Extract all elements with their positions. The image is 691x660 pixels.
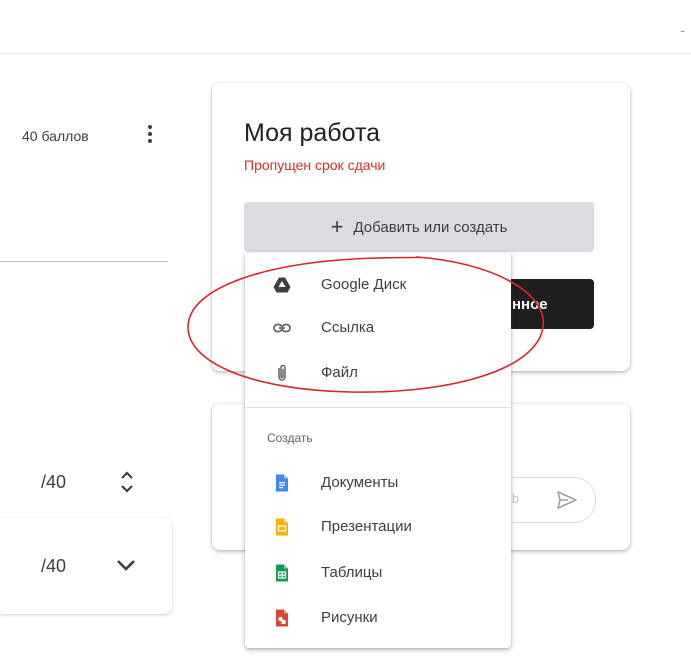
google-drive-icon bbox=[273, 277, 291, 293]
menu-item-label: Google Диск bbox=[321, 276, 407, 293]
menu-item-docs[interactable]: Документы bbox=[245, 461, 511, 505]
add-or-create-button[interactable]: + Добавить или создать bbox=[244, 202, 594, 252]
google-slides-icon bbox=[276, 518, 288, 536]
menu-item-sheets[interactable]: Таблицы bbox=[245, 551, 511, 595]
mark-done-label: нное bbox=[512, 295, 548, 313]
unfold-icon[interactable] bbox=[118, 467, 136, 497]
add-or-create-label: Добавить или создать bbox=[353, 218, 508, 236]
menu-item-slides[interactable]: Презентации bbox=[245, 505, 511, 549]
plus-icon: + bbox=[330, 214, 344, 239]
menu-item-label: Ссылка bbox=[321, 319, 375, 336]
header-divider bbox=[0, 53, 691, 54]
create-section-title: Создать bbox=[267, 431, 313, 445]
menu-item-file[interactable]: Файл bbox=[245, 351, 511, 395]
google-sheets-icon bbox=[276, 564, 288, 582]
send-icon[interactable] bbox=[555, 488, 579, 512]
my-work-title: Моя работа bbox=[244, 119, 381, 147]
menu-divider bbox=[245, 407, 511, 408]
menu-item-label: Рисунки bbox=[321, 609, 378, 626]
points-label: 40 баллов bbox=[22, 128, 89, 144]
menu-item-label: Файл bbox=[321, 364, 358, 381]
menu-item-label: Презентации bbox=[321, 518, 412, 535]
google-docs-icon bbox=[276, 474, 288, 492]
missing-status: Пропущен срок сдачи bbox=[244, 157, 386, 173]
more-options-icon[interactable] bbox=[145, 122, 155, 152]
grade-card: /40 bbox=[0, 518, 172, 614]
chevron-down-icon[interactable] bbox=[116, 558, 136, 572]
menu-item-label: Документы bbox=[321, 474, 399, 491]
menu-item-link[interactable]: Ссылка bbox=[245, 306, 511, 350]
menu-item-label: Таблицы bbox=[321, 564, 383, 581]
grade-denominator: /40 bbox=[41, 556, 67, 576]
paperclip-icon bbox=[278, 364, 286, 381]
google-drawings-icon bbox=[276, 609, 288, 627]
grade-denominator: /40 bbox=[41, 472, 67, 492]
menu-item-google-drive[interactable]: Google Диск bbox=[245, 263, 511, 307]
menu-item-drawings[interactable]: Рисунки bbox=[245, 596, 511, 640]
section-divider bbox=[0, 261, 168, 262]
link-icon bbox=[273, 323, 291, 333]
corner-mark: - bbox=[680, 22, 685, 38]
grade-row: /40 bbox=[0, 455, 175, 515]
add-or-create-menu: Google Диск Ссылка Файл Создать Документ… bbox=[245, 253, 511, 648]
